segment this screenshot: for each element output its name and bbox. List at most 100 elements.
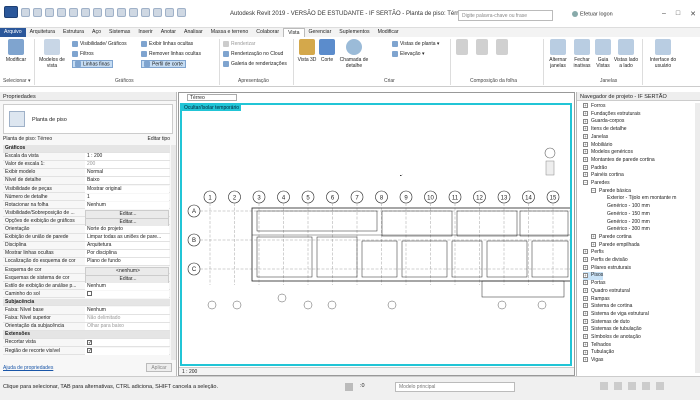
collapse-icon[interactable]: − [583, 180, 588, 186]
quick-access-toolbar[interactable] [4, 6, 186, 18]
tab-gerenciar[interactable]: Gerenciar [305, 28, 336, 37]
galeria-renderizacoes-button[interactable]: Galeria de renderizações [223, 60, 287, 68]
filter-icon[interactable] [656, 382, 664, 390]
expand-icon[interactable]: + [583, 118, 588, 124]
user-login[interactable]: Efetuar logon [572, 11, 613, 17]
pinned-icon[interactable] [628, 382, 636, 390]
property-value[interactable]: Arquitetura [85, 242, 169, 250]
renderizar-button[interactable]: Renderizar [223, 40, 255, 48]
expand-icon[interactable]: + [583, 103, 588, 109]
save-icon[interactable] [33, 8, 42, 17]
expand-icon[interactable]: + [583, 318, 588, 324]
property-value[interactable]: Nenhum [85, 307, 169, 314]
expand-icon[interactable]: + [583, 110, 588, 116]
expand-icon[interactable]: + [583, 334, 588, 340]
redo-icon[interactable] [69, 8, 78, 17]
browser-item[interactable]: + Sistema de viga estrutural [583, 311, 649, 319]
text-icon[interactable] [117, 8, 126, 17]
tab-sistemas[interactable]: Sistemas [105, 28, 134, 37]
tab-arquitetura[interactable]: Arquitetura [26, 28, 59, 37]
expand-icon[interactable]: + [583, 341, 588, 347]
browser-item[interactable]: + Quadro estrutural [583, 288, 630, 296]
view-tab-terreo[interactable]: Térreo [187, 94, 237, 101]
tab-suplementos[interactable]: Suplementos [335, 28, 373, 37]
browser-item[interactable]: + Parede empilhada [591, 242, 640, 250]
model-selector[interactable]: Modelo principal [395, 382, 515, 392]
switch-windows-icon[interactable] [177, 8, 186, 17]
browser-item[interactable]: + Parede cortina [591, 234, 632, 242]
expand-icon[interactable]: + [583, 280, 588, 286]
expand-icon[interactable]: + [583, 157, 588, 163]
property-value[interactable]: Normal [85, 169, 169, 177]
properties-section[interactable]: Subjacência [3, 298, 170, 307]
instance-selector[interactable]: Planta de piso: Térreo Editar tipo [3, 135, 170, 144]
remover-linhas-ocultas-button[interactable]: Remover linhas ocultas [141, 50, 201, 58]
expand-icon[interactable]: + [583, 349, 588, 355]
expand-icon[interactable]: + [583, 287, 588, 293]
vistas-lado-button[interactable]: Vistas lado a lado [613, 39, 639, 69]
browser-item[interactable]: + Portas [583, 280, 605, 288]
expand-icon[interactable]: + [583, 172, 588, 178]
fechar-inativas-button[interactable]: Fechar inativas [571, 39, 593, 69]
browser-item[interactable]: + Sistemas de tubulação [583, 326, 642, 334]
perfil-de-corte-button[interactable]: Perfil de corte [141, 60, 186, 68]
floor-plan-canvas[interactable]: Ocultar/Isolar temporário - 1 2 3 4 5 6 7 8 9 10 1… [180, 103, 572, 366]
corte-button[interactable]: Corte [316, 39, 338, 63]
titleblock-button[interactable] [475, 39, 489, 57]
property-value[interactable]: Limpar todas as uniões de pare... [85, 234, 169, 242]
expand-icon[interactable]: + [583, 303, 588, 309]
type-selector[interactable]: Planta de piso [3, 104, 173, 134]
browser-item[interactable]: + Padrão [583, 165, 607, 173]
expand-icon[interactable]: + [583, 311, 588, 317]
browser-item[interactable]: + Perfis de divisão [583, 257, 628, 265]
close-button[interactable]: ✕ [690, 10, 696, 18]
expand-icon[interactable]: + [583, 164, 588, 170]
undo-icon[interactable] [57, 8, 66, 17]
section-icon[interactable] [141, 8, 150, 17]
drag-icon[interactable] [642, 382, 650, 390]
sync-icon[interactable] [45, 8, 54, 17]
search-input[interactable]: Digite palavra-chave ou frase [458, 10, 553, 21]
property-value[interactable]: Baixo [85, 177, 169, 185]
browser-item[interactable]: + Perfis [583, 249, 604, 257]
chamada-detalhe-button[interactable]: Chamada de detalhe [336, 39, 372, 69]
properties-scrollbar[interactable] [171, 145, 176, 360]
browser-item[interactable]: + Sistema de cortina [583, 303, 632, 311]
browser-item[interactable]: + Forros [583, 103, 605, 111]
property-value[interactable]: Não delimitado [85, 315, 169, 323]
browser-item[interactable]: + Janelas [583, 134, 608, 142]
measure-icon[interactable] [93, 8, 102, 17]
property-value[interactable] [85, 339, 169, 347]
vistas-de-planta-button[interactable]: Vistas de planta ▾ [392, 40, 439, 48]
browser-item[interactable]: Genérico - 150 mm [599, 211, 650, 219]
browser-item[interactable]: + Sistemas de duto [583, 319, 630, 327]
property-value[interactable]: Nenhum [85, 201, 169, 209]
expand-icon[interactable]: + [583, 141, 588, 147]
renderizacao-cloud-button[interactable]: Renderização no Cloud [223, 50, 283, 58]
property-value[interactable]: Olhar para baixo [85, 323, 169, 331]
browser-item[interactable]: + Tubulação [583, 349, 614, 357]
underlay-icon[interactable] [614, 382, 622, 390]
expand-icon[interactable]: + [583, 357, 588, 363]
browser-scrollbar[interactable] [695, 103, 700, 373]
tab-arquivo[interactable]: Arquivo [0, 28, 26, 37]
browser-item[interactable]: + Modelos genéricos [583, 149, 633, 157]
thin-lines-icon[interactable] [153, 8, 162, 17]
browser-item[interactable]: + Mobiliário [583, 142, 612, 150]
linhas-finas-button[interactable]: Linhas finas [72, 60, 113, 68]
expand-icon[interactable]: + [583, 249, 588, 255]
browser-item[interactable]: + Guarda-corpos [583, 118, 624, 126]
property-checkbox[interactable] [87, 290, 92, 296]
property-value[interactable]: Plano de fundo [85, 258, 169, 266]
tab-analisar[interactable]: Analisar [180, 28, 207, 37]
properties-section[interactable]: Gráficos [3, 145, 170, 153]
expand-icon[interactable]: + [591, 241, 596, 247]
property-value[interactable]: Nenhum [85, 282, 169, 290]
modificar-button[interactable]: Modificar [3, 39, 29, 63]
property-value[interactable]: Por disciplina [85, 250, 169, 258]
property-checkbox[interactable] [87, 347, 92, 353]
browser-item[interactable]: + Telhados [583, 342, 611, 350]
property-value[interactable]: Norte do projeto [85, 226, 169, 233]
open-icon[interactable] [21, 8, 30, 17]
tab-aco[interactable]: Aço [88, 28, 105, 37]
